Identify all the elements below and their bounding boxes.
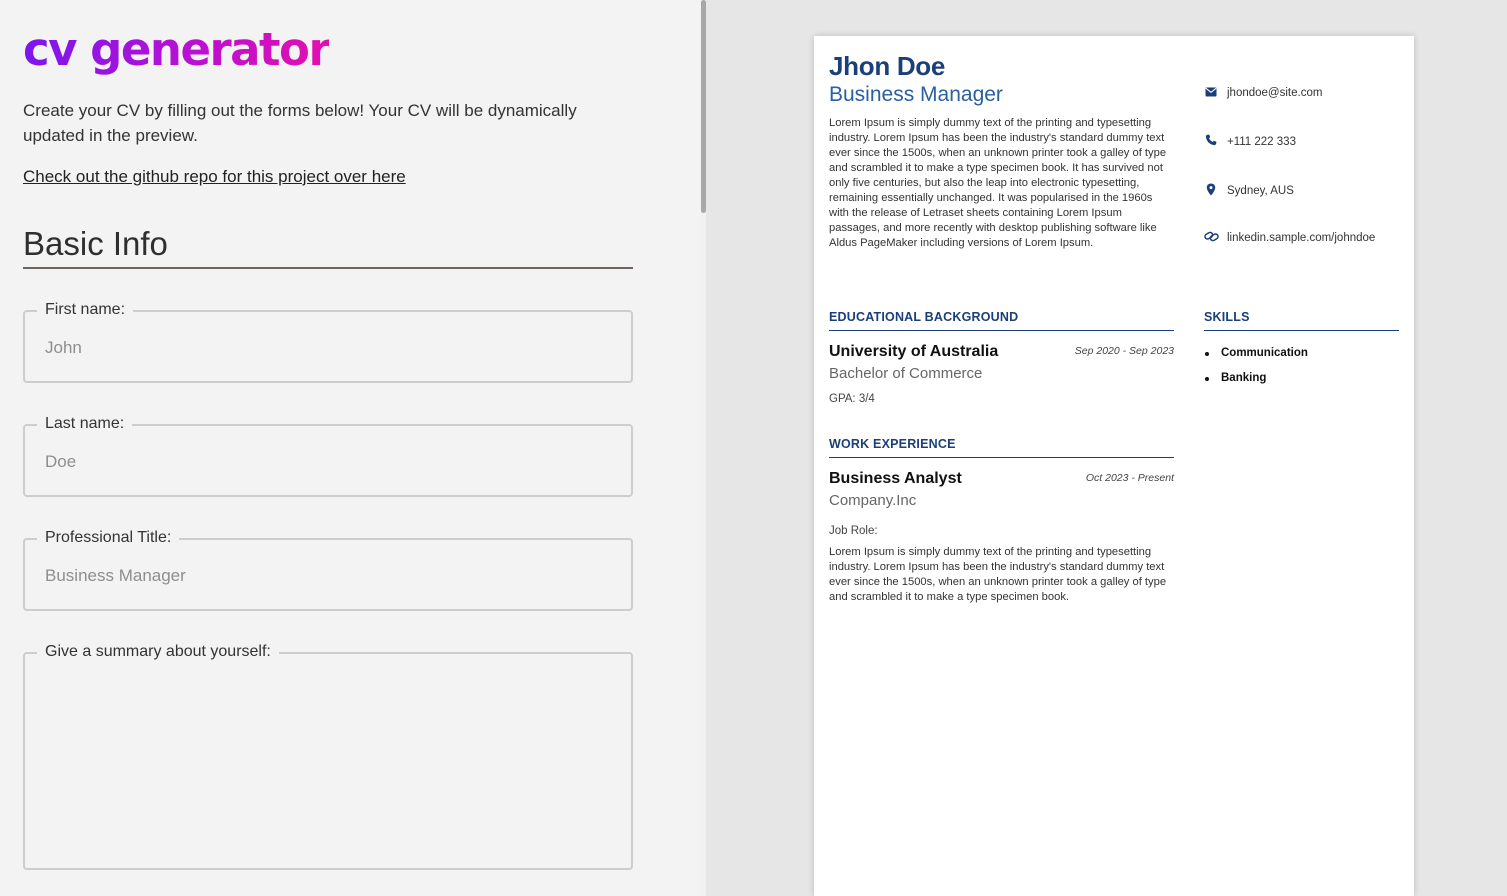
app-logo: cv generator	[23, 23, 331, 76]
contact-phone-text: +111 222 333	[1227, 135, 1296, 148]
summary-label: Give a summary about yourself:	[37, 642, 279, 662]
contact-email: jhondoe@site.com	[1204, 86, 1322, 100]
cv-name: Jhon Doe	[829, 51, 946, 81]
work-company: Company.Inc	[829, 492, 917, 509]
education-heading: EDUCATIONAL BACKGROUND	[829, 310, 1174, 331]
skills-list: Communication Banking	[1204, 341, 1308, 391]
skill-item: Communication	[1204, 341, 1308, 366]
education-school: University of Australia	[829, 343, 999, 360]
education-gpa: GPA: 3/4	[829, 393, 875, 405]
work-role-label: Job Role:	[829, 525, 878, 537]
contact-location: Sydney, AUS	[1204, 183, 1294, 199]
contact-email-text: jhondoe@site.com	[1227, 87, 1323, 99]
work-position: Business Analyst	[829, 470, 962, 487]
professional-title-input[interactable]	[45, 566, 605, 586]
last-name-label: Last name:	[37, 414, 133, 434]
cv-professional-title: Business Manager	[829, 83, 1003, 106]
work-heading: WORK EXPERIENCE	[829, 437, 1174, 458]
last-name-field: Last name:	[23, 414, 633, 497]
skill-item: Banking	[1204, 366, 1308, 391]
skills-heading: SKILLS	[1204, 310, 1399, 331]
editor-panel: cv generator Create your CV by filling o…	[0, 0, 706, 896]
intro-text: Create your CV by filling out the forms …	[23, 101, 577, 145]
github-repo-link[interactable]: Check out the github repo for this proje…	[23, 164, 406, 189]
link-icon	[1204, 231, 1219, 245]
contact-location-text: Sydney, AUS	[1227, 185, 1294, 197]
summary-textarea[interactable]	[43, 676, 613, 856]
professional-title-field: Professional Title:	[23, 528, 633, 611]
contact-phone: +111 222 333	[1204, 134, 1296, 149]
cv-page: Jhon Doe Business Manager Lorem Ipsum is…	[814, 36, 1414, 896]
work-description: Lorem Ipsum is simply dummy text of the …	[829, 546, 1167, 603]
phone-icon	[1204, 134, 1218, 149]
map-pin-icon	[1204, 183, 1218, 199]
professional-title-label: Professional Title:	[37, 528, 180, 548]
section-title-basic-info: Basic Info	[23, 224, 633, 269]
education-dates: Sep 2020 - Sep 2023	[1074, 345, 1174, 357]
first-name-input[interactable]	[45, 338, 605, 358]
last-name-input[interactable]	[45, 452, 605, 472]
education-degree: Bachelor of Commerce	[829, 365, 983, 382]
first-name-field: First name:	[23, 300, 633, 383]
first-name-label: First name:	[37, 300, 134, 320]
contact-linkedin-text: linkedin.sample.com/johndoe	[1227, 232, 1376, 244]
contact-linkedin: linkedin.sample.com/johndoe	[1204, 231, 1375, 245]
envelope-icon	[1204, 86, 1218, 100]
work-dates: Oct 2023 - Present	[1085, 472, 1174, 484]
cv-summary: Lorem Ipsum is simply dummy text of the …	[829, 117, 1167, 249]
summary-field: Give a summary about yourself:	[23, 642, 633, 870]
